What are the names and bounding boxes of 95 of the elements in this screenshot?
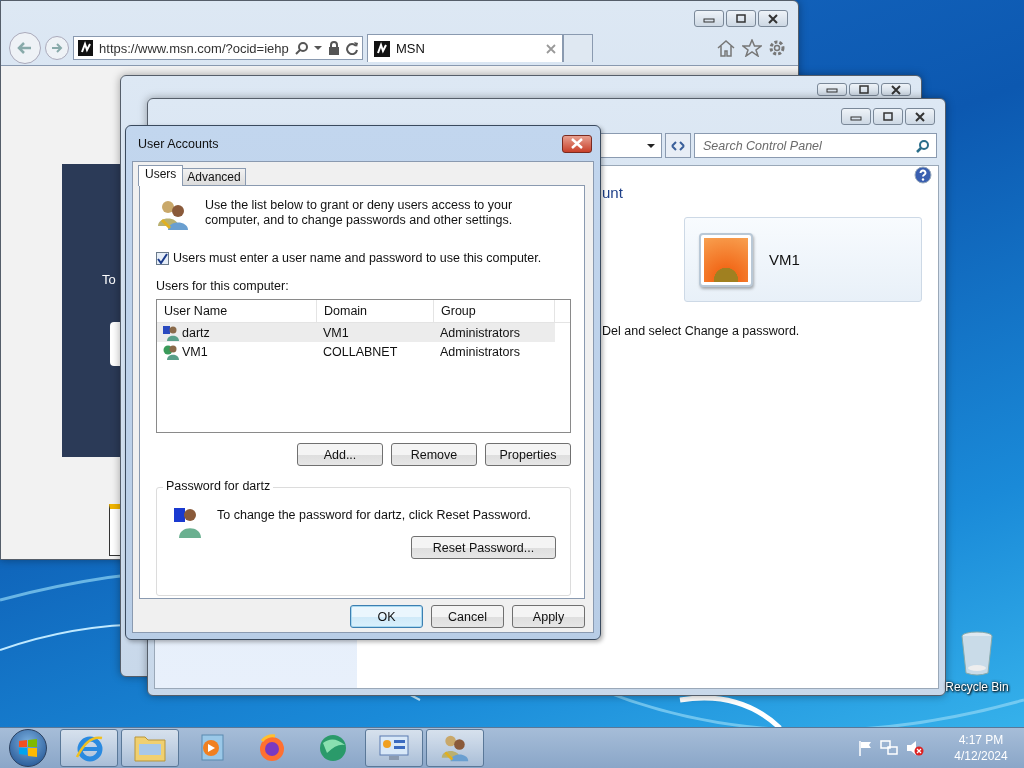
minimize-button[interactable] [694, 10, 724, 27]
user-row[interactable]: dartz VM1 Administrators [157, 323, 555, 342]
checkbox[interactable] [156, 251, 169, 265]
windows-logo-icon [17, 737, 39, 759]
lock-icon [327, 41, 339, 55]
minimize-button[interactable] [817, 83, 847, 96]
dropdown-caret-icon[interactable] [647, 142, 655, 149]
url-text: https://www.msn.com/?ocid=iehp [99, 40, 289, 56]
dropdown-caret-icon[interactable] [313, 45, 322, 51]
close-button[interactable] [905, 108, 935, 125]
section-heading: unt [602, 184, 624, 201]
time-text: 4:17 PM [958, 732, 1004, 748]
e-logo-icon [74, 733, 104, 763]
user-icon [173, 506, 203, 538]
users-icon [440, 733, 470, 763]
new-tab-button[interactable] [563, 34, 593, 62]
group-title: Password for dartz [163, 479, 274, 493]
right-arrow-icon [50, 41, 64, 55]
play-icon [198, 734, 224, 762]
close-button[interactable] [758, 10, 788, 27]
maximize-button[interactable] [873, 108, 903, 125]
dialog-button[interactable]: Apply [512, 605, 585, 628]
account-picture [699, 232, 753, 287]
maximize-icon [882, 111, 894, 122]
settings-icon[interactable] [768, 39, 786, 57]
users-icon [156, 198, 190, 232]
password-instruction: To change the password for dartz, click Reset Password. [217, 508, 532, 522]
domain-cell-text: VM1 [322, 325, 350, 340]
reset-password-button[interactable]: Reset Password... [411, 536, 556, 559]
minimize-button[interactable] [841, 108, 871, 125]
column-header[interactable]: Group [434, 300, 555, 322]
list-action-button[interactable]: Remove [391, 443, 477, 466]
minimize-icon [826, 85, 838, 94]
search-icon[interactable] [916, 139, 930, 153]
start-button[interactable] [9, 729, 47, 767]
dialog-button[interactable]: OK [350, 605, 423, 628]
browser-tab[interactable]: MSN [367, 34, 563, 62]
list-label: Users for this computer: [156, 279, 290, 293]
column-header[interactable]: Domain [317, 300, 434, 322]
maximize-button[interactable] [849, 83, 879, 96]
column-header[interactable]: User Name [157, 300, 317, 322]
close-icon [914, 111, 926, 122]
account-name: VM1 [769, 251, 800, 268]
tab[interactable]: Users [138, 165, 184, 186]
date-text: 4/12/2024 [954, 748, 1008, 764]
domain-cell-text: COLLABNET [322, 344, 399, 359]
close-icon [570, 138, 584, 149]
taskbar-button[interactable] [426, 729, 484, 767]
forward-button[interactable] [45, 36, 69, 60]
taskbar-button[interactable] [365, 729, 423, 767]
close-icon [890, 84, 902, 95]
group-cell-text: Administrators [439, 325, 521, 340]
flag-icon[interactable] [858, 740, 872, 756]
close-button[interactable] [881, 83, 911, 96]
back-button[interactable] [9, 32, 41, 64]
home-icon[interactable] [716, 39, 736, 57]
speaker-muted-icon[interactable] [906, 740, 924, 756]
user-row[interactable]: VM1 COLLABNET Administrators [157, 342, 555, 361]
refresh-button[interactable] [665, 133, 691, 158]
user-icon [163, 324, 179, 341]
user-name: dartz [182, 325, 210, 340]
group-cell-text: Administrators [439, 344, 521, 359]
address-field[interactable]: https://www.msn.com/?ocid=iehp [73, 36, 363, 60]
checkmark-icon [157, 252, 168, 264]
refresh-icon[interactable] [344, 41, 358, 55]
maximize-icon [858, 84, 870, 95]
search-icon[interactable] [294, 41, 308, 55]
maximize-button[interactable] [726, 10, 756, 27]
sphere-icon [317, 733, 349, 763]
taskbar-button[interactable] [121, 729, 179, 767]
folder-icon [134, 734, 166, 762]
user-icon [163, 343, 179, 360]
list-action-button[interactable]: Add... [297, 443, 383, 466]
user-name: VM1 [182, 344, 208, 359]
intro-text: Use the list below to grant or deny users access to your computer, and to change passwords and other settings. [205, 198, 514, 229]
site-logo-icon [374, 40, 390, 57]
close-icon [767, 13, 779, 24]
dialog-button[interactable]: Cancel [431, 605, 504, 628]
star-icon[interactable] [742, 39, 762, 57]
list-action-button[interactable]: Properties [485, 443, 571, 466]
close-button[interactable] [562, 134, 592, 153]
recycle-bin-icon[interactable] [959, 630, 995, 676]
taskbar-button[interactable] [60, 729, 118, 767]
checkbox-label: Users must enter a user name and password to use this computer. [173, 251, 542, 265]
help-icon[interactable] [914, 166, 932, 184]
panel-icon [379, 734, 409, 762]
dialog-title: User Accounts [138, 136, 220, 151]
search-field[interactable]: Search Control Panel [694, 133, 937, 158]
tab[interactable]: Advanced [182, 168, 246, 185]
network-icon[interactable] [880, 740, 898, 756]
hero-text: To [102, 272, 116, 287]
site-logo-icon [78, 40, 94, 56]
instruction-text: Del and select Change a password. [602, 324, 801, 338]
close-icon[interactable] [546, 43, 556, 54]
maximize-icon [735, 13, 747, 24]
